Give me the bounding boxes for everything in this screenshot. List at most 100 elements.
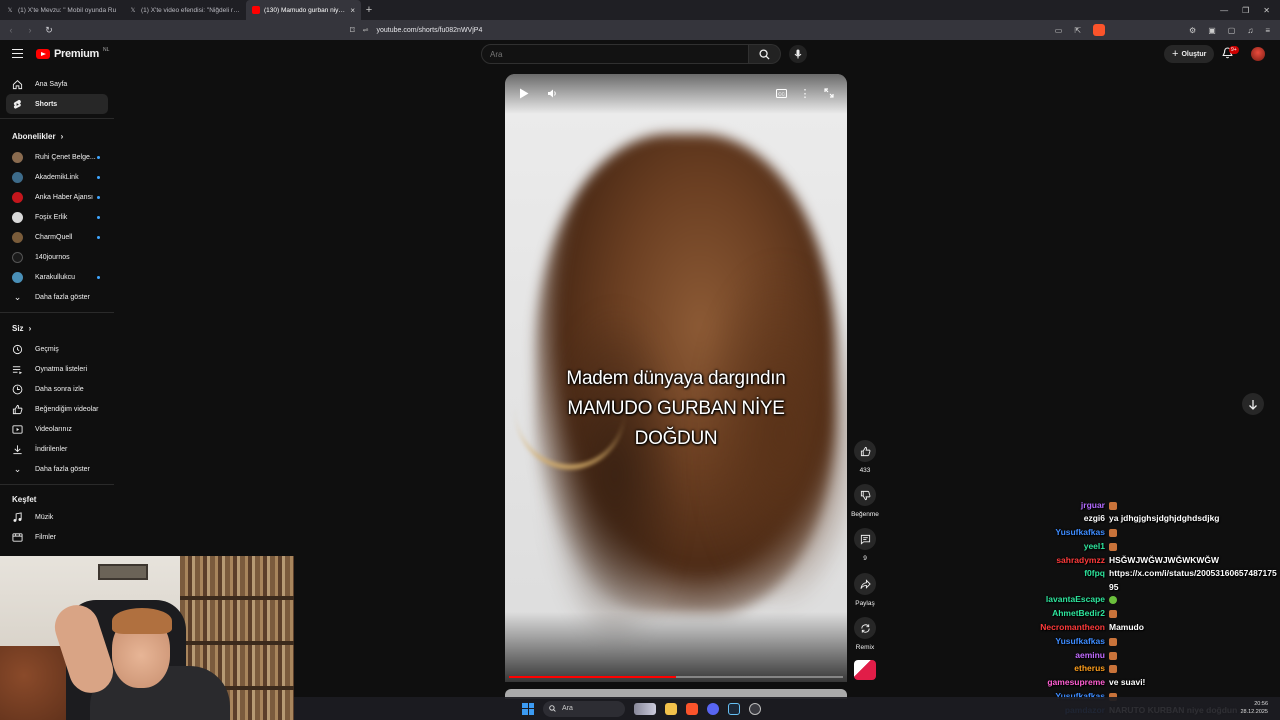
share-page-icon[interactable]: ⇱	[1074, 26, 1081, 35]
captions-button[interactable]: CC	[772, 84, 790, 102]
widgets-icon[interactable]	[634, 702, 656, 715]
subscription-item[interactable]: CharmQuell	[6, 227, 108, 247]
subscription-item[interactable]: 140journos	[6, 247, 108, 267]
hamburger-menu-icon[interactable]	[12, 49, 23, 58]
brave-browser-icon[interactable]	[686, 702, 698, 715]
taskbar-icons: Ara	[522, 697, 761, 720]
menu-icon[interactable]: ≡	[1265, 26, 1270, 35]
sidebar-item-playlists[interactable]: Oynatma listeleri	[6, 359, 108, 379]
thumbs-down-icon	[860, 490, 870, 500]
sidebar-item-watch-later[interactable]: Daha sonra izle	[6, 379, 108, 399]
maximize-icon[interactable]: ❐	[1242, 6, 1249, 15]
extensions-icon[interactable]: ⚙	[1189, 26, 1196, 35]
close-window-icon[interactable]: ✕	[1263, 6, 1270, 15]
dislike-button[interactable]: Beğenme	[848, 484, 882, 518]
channel-avatar	[12, 231, 23, 243]
sidebar-item-music[interactable]: Müzik	[6, 507, 108, 527]
chat-username: sahradymzz	[1056, 555, 1105, 565]
chat-text	[1109, 635, 1277, 649]
sidebar-item-shorts[interactable]: Shorts	[6, 94, 108, 114]
voice-search-button[interactable]	[789, 45, 807, 63]
taskbar-search-label: Ara	[562, 705, 573, 712]
next-video-button[interactable]	[1242, 393, 1264, 415]
address-bar[interactable]: ⌑ ⇌ youtube.com/shorts/fu082nWVjP4	[350, 22, 910, 38]
subscription-item[interactable]: Anka Haber Ajansı	[6, 187, 108, 207]
chat-username: ezgi6	[1083, 513, 1105, 523]
browser-tab-2[interactable]: 𝕏 (1) X'te video efendisi: "Niğdeli ramı	[123, 0, 246, 20]
like-count: 433	[859, 467, 871, 474]
obs-icon[interactable]	[749, 702, 761, 715]
volume-button[interactable]	[543, 84, 561, 102]
remix-button[interactable]: Remix	[851, 617, 879, 651]
caption-line: DOĞDUN	[634, 428, 718, 449]
chat-text: HSĞWJWĞWJWĞWKWĞW	[1109, 555, 1220, 565]
subscription-item[interactable]: Ruhi Çenet Belge...	[6, 147, 108, 167]
brave-shield-icon[interactable]	[1093, 24, 1106, 36]
chat-emote-icon	[1109, 637, 1117, 646]
like-button[interactable]: 433	[851, 440, 879, 474]
taskbar-clock[interactable]: 20:56 28.12.2025	[1240, 700, 1268, 716]
forward-icon[interactable]: ›	[25, 25, 35, 35]
more-options-button[interactable]: ⋮	[796, 84, 814, 102]
show-more-you[interactable]: ⌄ Daha fazla göster	[6, 459, 108, 479]
x-icon: 𝕏	[7, 7, 13, 14]
search-button[interactable]	[749, 44, 781, 64]
taskbar-search[interactable]: Ara	[543, 700, 625, 717]
chat-username: jrguar	[1080, 500, 1105, 510]
subscription-label: 140journos	[35, 253, 70, 261]
shorts-icon	[13, 99, 21, 109]
bookmark-icon[interactable]: ⌑	[350, 25, 355, 36]
steam-icon[interactable]	[728, 702, 740, 715]
file-explorer-icon[interactable]	[665, 702, 677, 715]
reload-icon[interactable]: ↻	[44, 25, 54, 36]
subscription-item[interactable]: Foşix Erlik	[6, 207, 108, 227]
subscriptions-heading[interactable]: Abonelikler ›	[12, 132, 63, 141]
new-tab-icon[interactable]: +	[361, 4, 377, 16]
you-heading[interactable]: Siz ›	[12, 324, 31, 333]
close-tab-icon[interactable]: ×	[350, 6, 355, 15]
back-icon[interactable]: ‹	[6, 25, 16, 35]
chevron-down-icon: ⌄	[13, 463, 22, 474]
create-button[interactable]: + Oluştur	[1164, 45, 1215, 63]
browser-tab-active[interactable]: (130) Mamudo gurban niye doğ ×	[246, 0, 361, 20]
sound-thumbnail[interactable]	[854, 660, 876, 680]
comments-button[interactable]: 9	[851, 528, 879, 562]
discord-icon[interactable]	[707, 702, 719, 715]
liked-icon	[12, 404, 23, 414]
browser-tab-1[interactable]: 𝕏 (1) X'te Mevzu: " Mobil oyunda Ru	[0, 0, 123, 20]
url-text[interactable]: youtube.com/shorts/fu082nWVjP4	[377, 27, 483, 34]
music-note-icon[interactable]: ♫	[1247, 26, 1253, 35]
channel-avatar	[12, 171, 23, 183]
subscription-item[interactable]: AkademikLink	[6, 167, 108, 187]
sidebar-item-films[interactable]: Filmler	[6, 527, 108, 547]
chat-emote-icon	[1109, 528, 1117, 537]
account-avatar[interactable]	[1251, 47, 1265, 61]
sidebar-item-history[interactable]: Geçmiş	[6, 339, 108, 359]
wallet-icon[interactable]: ▢	[1228, 26, 1236, 35]
windows-start-icon[interactable]	[522, 702, 534, 715]
search-input[interactable]: Ara	[481, 44, 749, 64]
sidebar-item-liked-videos[interactable]: Beğendiğim videolar	[6, 399, 108, 419]
search-icon	[549, 705, 556, 712]
sidebar-toggle-icon[interactable]: ▣	[1208, 26, 1216, 35]
sidebar-item-your-videos[interactable]: Videolarınız	[6, 419, 108, 439]
sidebar-item-home[interactable]: Ana Sayfa	[6, 74, 108, 94]
browser-tab-bar: 𝕏 (1) X'te Mevzu: " Mobil oyunda Ru 𝕏 (1…	[0, 0, 1280, 20]
comment-count: 9	[863, 555, 867, 562]
microphone-icon	[794, 49, 802, 59]
show-more-subscriptions[interactable]: ⌄ Daha fazla göster	[6, 287, 108, 307]
youtube-logo[interactable]: Premium NL	[36, 47, 109, 60]
sidebar-item-label: Oynatma listeleri	[35, 365, 88, 373]
share-button[interactable]: Paylaş	[851, 573, 879, 607]
channel-avatar	[12, 211, 23, 223]
subscription-item[interactable]: Karakullukcu	[6, 267, 108, 287]
caption-line: MAMUDO GURBAN NİYE	[567, 398, 785, 419]
video-progress-bar[interactable]	[509, 676, 843, 678]
shorts-video-player[interactable]: Madem dünyaya dargındın MAMUDO GURBAN Nİ…	[505, 74, 847, 682]
fullscreen-button[interactable]	[820, 84, 838, 102]
watch-later-icon	[12, 384, 23, 394]
minimize-icon[interactable]: —	[1220, 6, 1228, 15]
cast-icon[interactable]: ▭	[1055, 26, 1063, 35]
sidebar-item-downloads[interactable]: İndirilenler	[6, 439, 108, 459]
play-button[interactable]	[515, 84, 533, 102]
